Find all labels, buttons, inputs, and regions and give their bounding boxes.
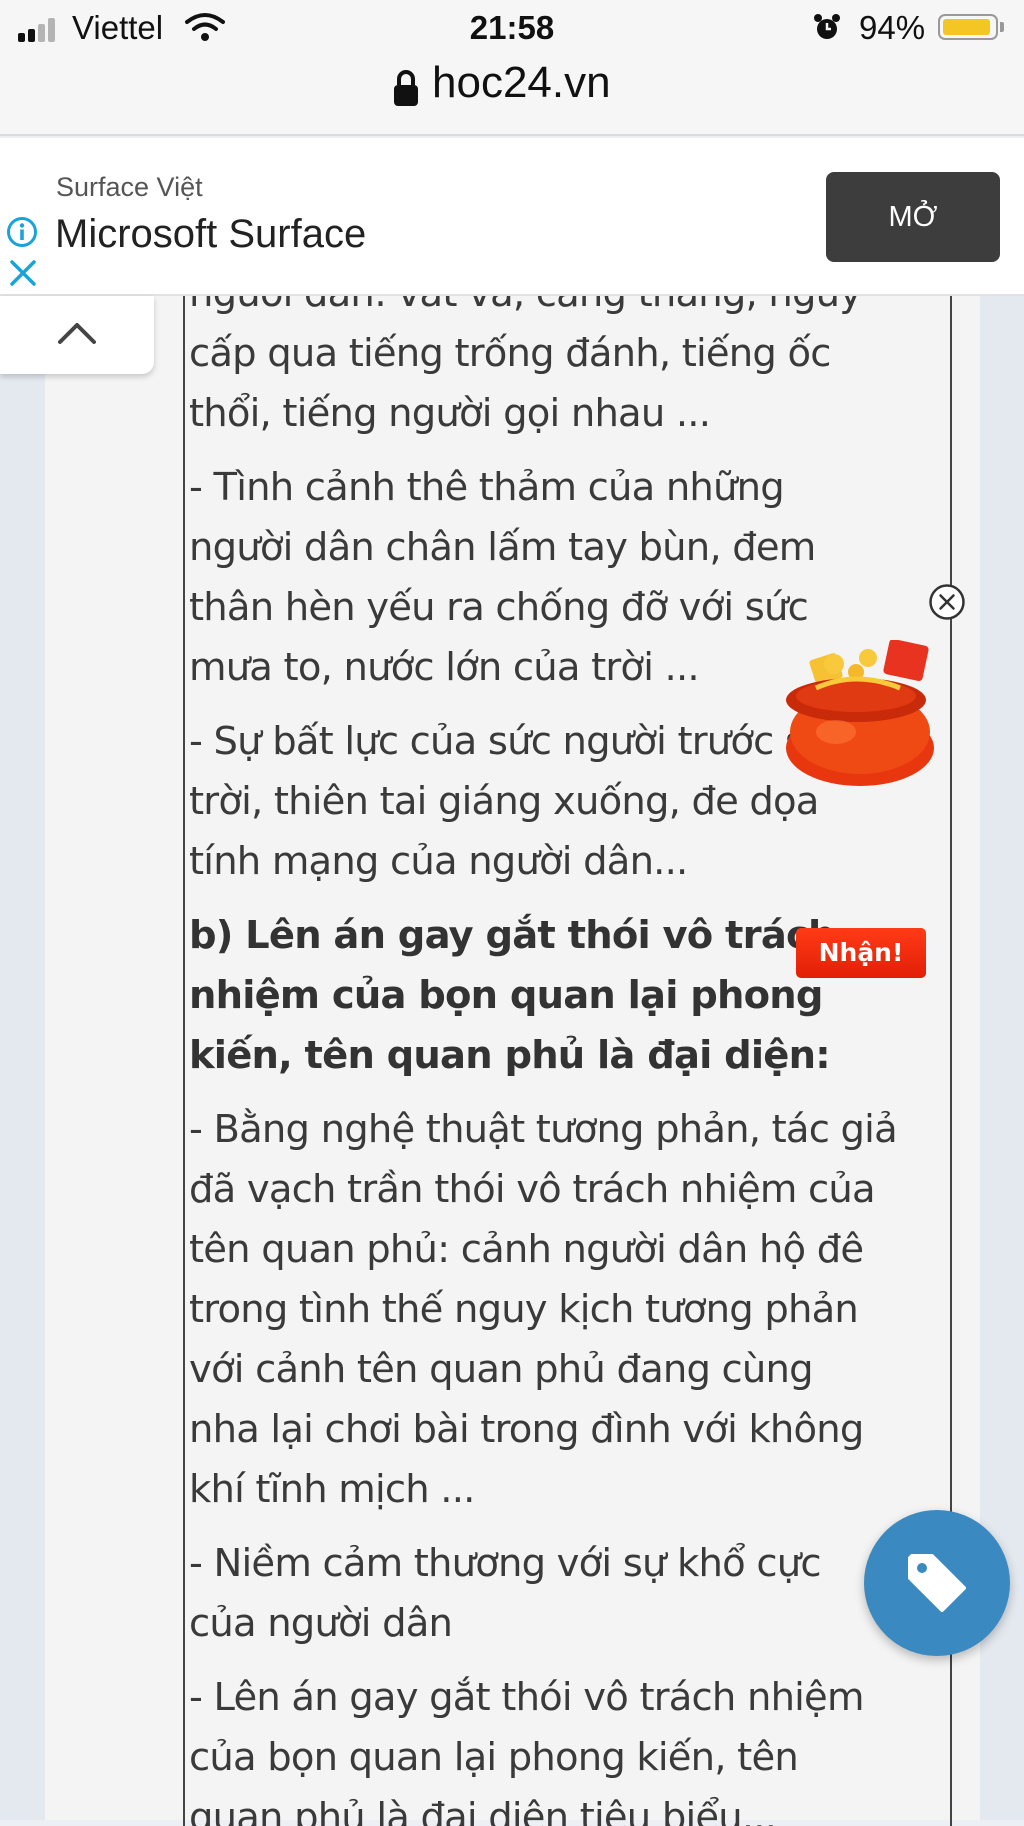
address-bar[interactable]: hoc24.vn [0, 56, 1024, 136]
lock-icon [394, 70, 418, 106]
text-line: kiến, tên quan phủ là đại diện: [189, 1033, 831, 1078]
gift-bag-icon[interactable] [776, 640, 944, 788]
text-line: đã vạch trần thói vô trách nhiệm của [189, 1167, 876, 1212]
page-margin-left [0, 296, 45, 1820]
text-line: nha lại chơi bài trong đình với không [189, 1407, 864, 1452]
answer-paragraph: - Lên án gay gắt thói vô trách nhiệm của … [189, 1668, 950, 1826]
answer-paragraph: - Niềm cảm thương với sự khổ cực của ngườ… [189, 1534, 950, 1654]
close-icon[interactable] [8, 258, 38, 288]
text-line: thân hèn yếu ra chống đỡ với sức [189, 585, 809, 630]
answer-text: người dân: vất vả, căng thẳng, nguy cấp q… [189, 296, 950, 1826]
ad-open-button[interactable]: MỞ [826, 172, 1000, 262]
ad-title[interactable]: Microsoft Surface [55, 212, 366, 257]
text-line: với cảnh tên quan phủ đang cùng [189, 1347, 814, 1392]
alarm-icon [814, 14, 840, 39]
info-icon[interactable] [6, 216, 38, 248]
promo-label[interactable]: Nhận! [796, 928, 926, 978]
answer-paragraph: người dân: vất vả, căng thẳng, nguy cấp q… [189, 296, 950, 444]
text-line: - Lên án gay gắt thói vô trách nhiệm [189, 1675, 864, 1720]
collapse-button[interactable] [0, 296, 154, 374]
text-line: - Bằng nghệ thuật tương phản, tác giả [189, 1107, 898, 1152]
tag-icon [908, 1554, 966, 1612]
url-text[interactable]: hoc24.vn [432, 58, 611, 108]
battery-icon [938, 14, 998, 40]
ad-brand: Surface Việt [56, 172, 203, 202]
text-line: - Niềm cảm thương với sự khổ cực [189, 1541, 821, 1586]
answer-box: người dân: vất vả, căng thẳng, nguy cấp q… [183, 296, 952, 1826]
text-line: người dân chân lấm tay bùn, đem [189, 525, 816, 570]
tag-button[interactable] [864, 1510, 1010, 1656]
battery-tip [1000, 22, 1004, 32]
answer-paragraph: - Bằng nghệ thuật tương phản, tác giả đã … [189, 1100, 950, 1520]
text-line: quan phủ là đại diện tiêu biểu... [189, 1795, 777, 1826]
text-line: người dân: vất vả, căng thẳng, nguy [189, 296, 950, 324]
text-line: tên quan phủ: cảnh người dân hộ đê [189, 1227, 864, 1272]
ad-banner[interactable]: Surface Việt Microsoft Surface MỞ [0, 138, 1024, 296]
text-line: - Tình cảnh thê thảm của những [189, 465, 785, 510]
battery-percent: 94% [859, 9, 926, 46]
text-line: cấp qua tiếng trống đánh, tiếng ốc [189, 331, 831, 376]
text-line: thổi, tiếng người gọi nhau ... [189, 391, 711, 436]
status-bar: Viettel 21:58 94% [0, 0, 1024, 56]
text-line: của bọn quan lại phong kiến, tên [189, 1735, 799, 1780]
text-line: của người dân [189, 1601, 453, 1646]
text-line: khí tĩnh mịch ... [189, 1467, 475, 1512]
text-line: trong tình thế nguy kịch tương phản [189, 1287, 859, 1332]
text-line: tính mạng của người dân... [189, 839, 688, 884]
chevron-up-icon [58, 323, 96, 344]
close-circle-icon[interactable] [928, 583, 966, 621]
